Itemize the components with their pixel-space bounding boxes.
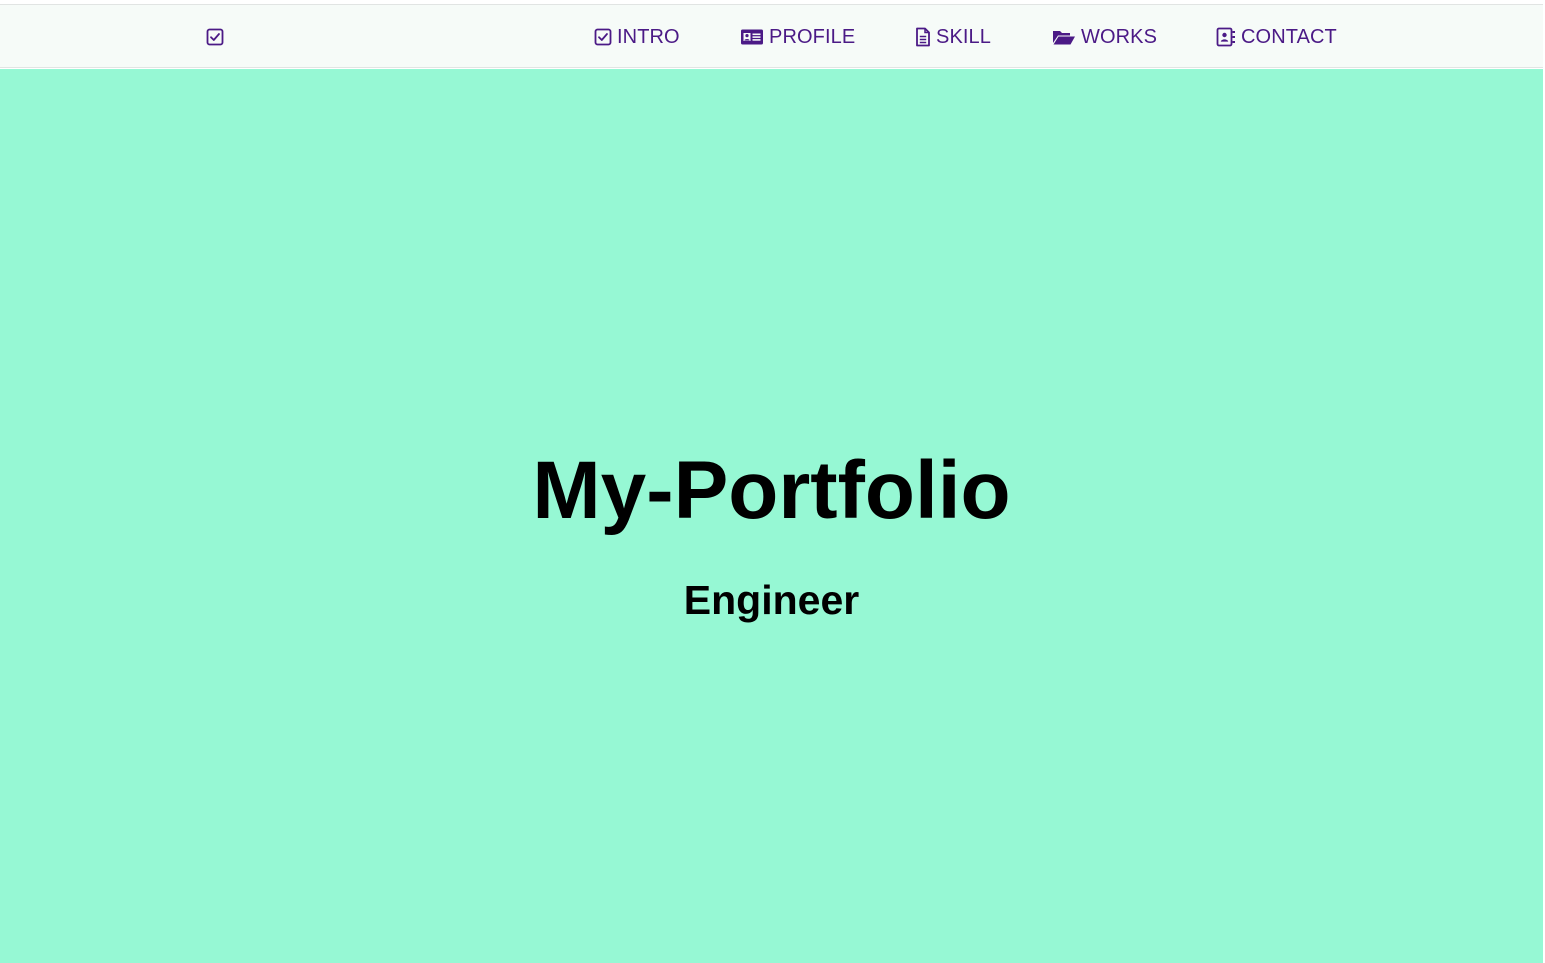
check-square-icon [594, 28, 612, 46]
nav-link-label: INTRO [617, 26, 680, 48]
id-card-icon [741, 29, 763, 45]
hero-title: My-Portfolio [532, 445, 1011, 536]
top-navbar: INTRO PROFILE SKILL WORKS CONTACT [0, 4, 1543, 68]
nav-link-label: PROFILE [769, 26, 856, 48]
nav-link-contact[interactable]: CONTACT [1216, 25, 1337, 49]
file-text-icon [916, 27, 930, 47]
address-book-icon [1216, 27, 1235, 47]
hero-subtitle: Engineer [683, 577, 860, 623]
check-square-icon [206, 28, 224, 46]
nav-link-label: WORKS [1081, 26, 1158, 48]
nav-link-label: CONTACT [1241, 26, 1337, 48]
nav-link-works[interactable]: WORKS [1052, 25, 1157, 49]
hero-section: My-Portfolio Engineer [0, 69, 1543, 963]
nav-link-intro[interactable]: INTRO [594, 25, 680, 49]
page: INTRO PROFILE SKILL WORKS CONTACT My-Por… [0, 0, 1545, 963]
nav-link-label: SKILL [936, 26, 991, 48]
folder-open-icon [1053, 31, 1075, 45]
nav-link-skill[interactable]: SKILL [915, 25, 991, 49]
brand-link[interactable] [205, 27, 225, 47]
nav-link-profile[interactable]: PROFILE [740, 25, 855, 49]
